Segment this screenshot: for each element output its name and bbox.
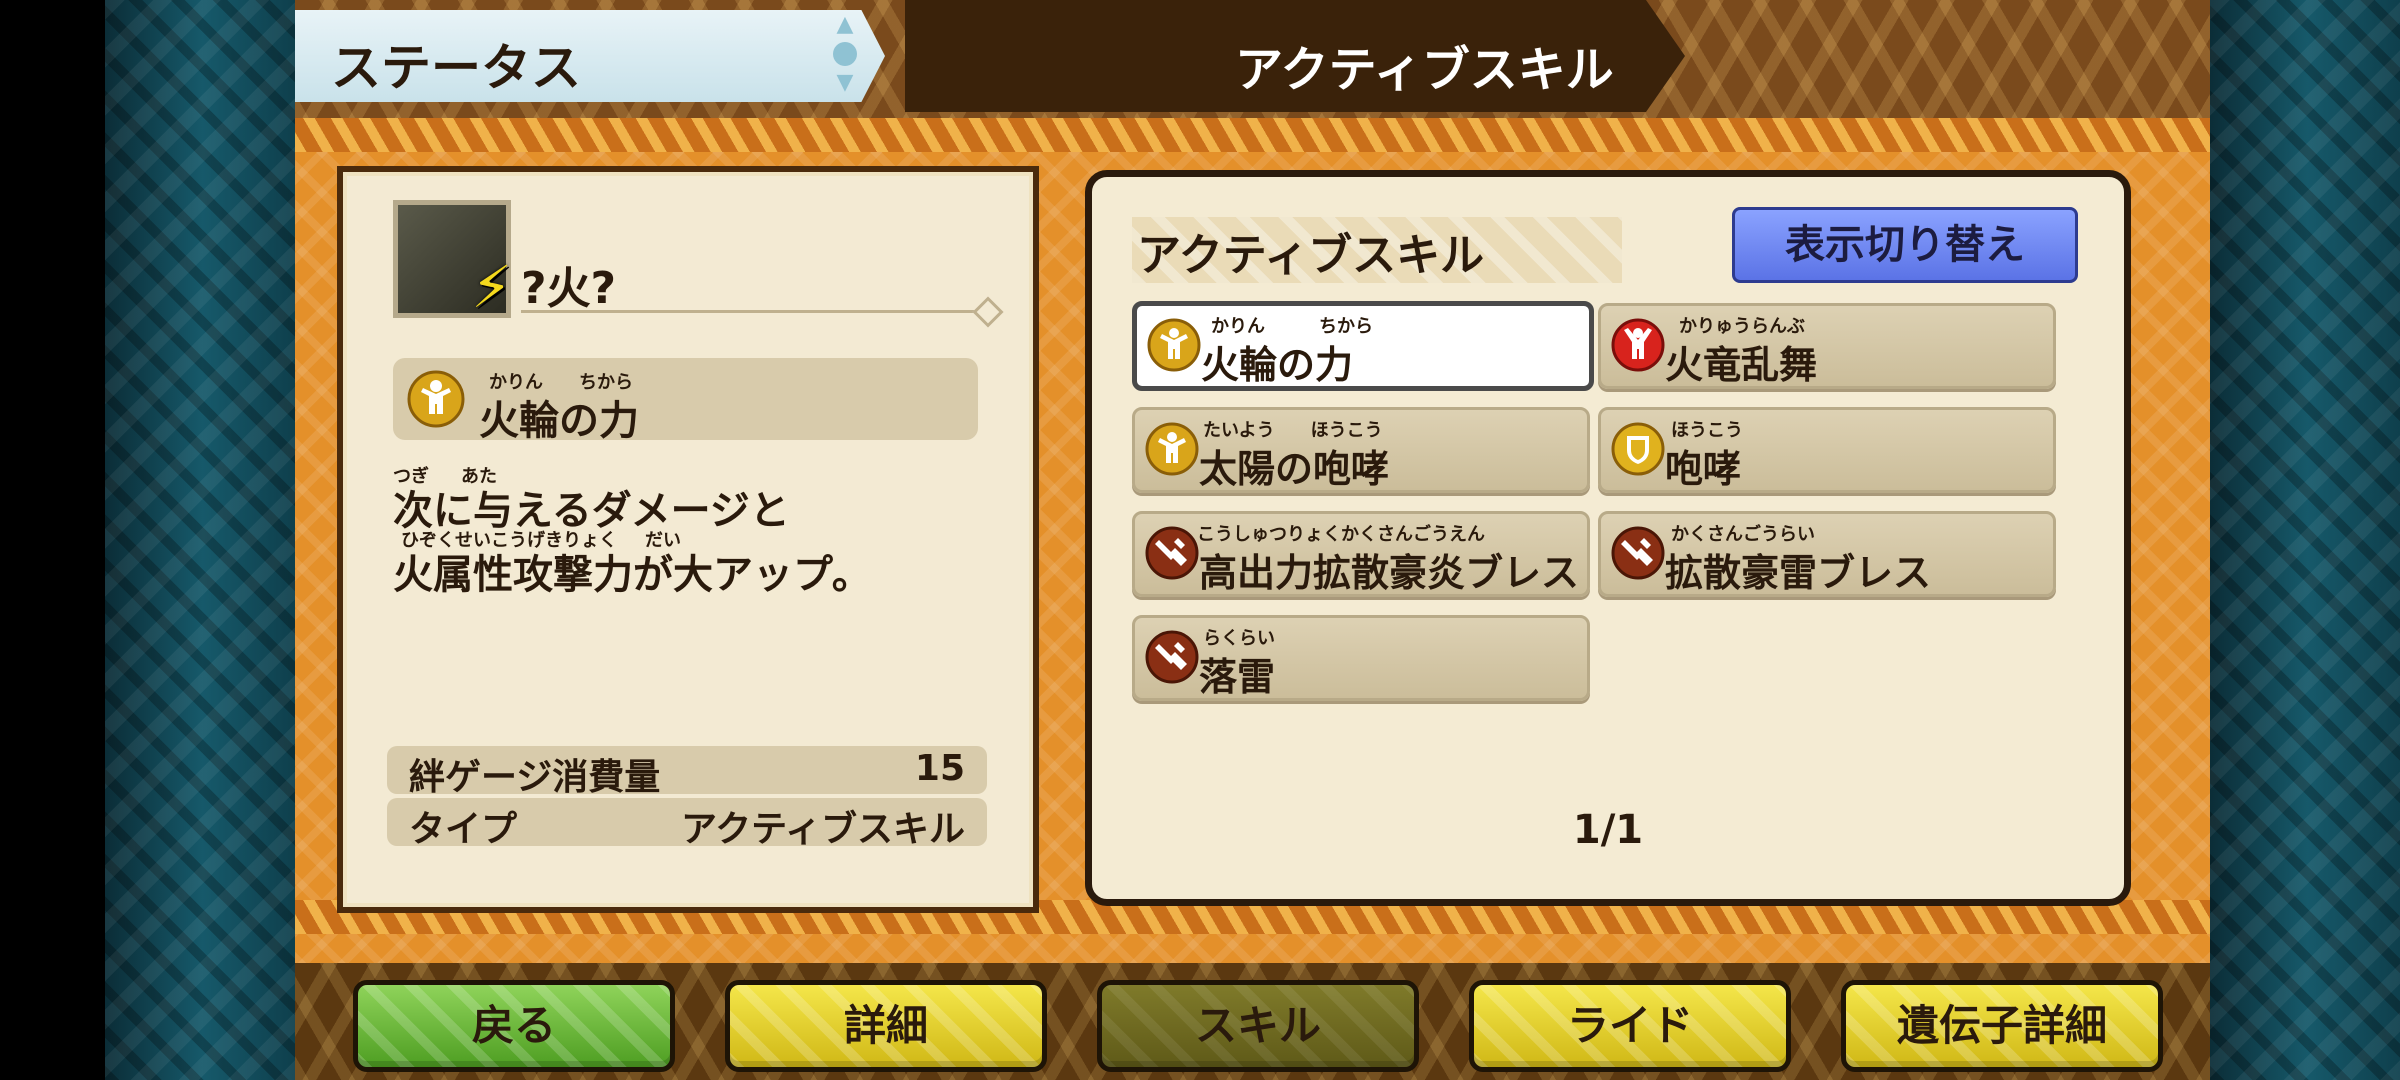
right-decorative-border <box>2210 0 2400 1080</box>
tab-active-skill-label: アクティブスキル <box>1235 42 1614 98</box>
type-row: タイプ アクティブスキル <box>387 798 987 850</box>
skill-list-title: アクティブスキル <box>1137 230 1485 281</box>
skill-button-karin-no-chikara[interactable]: かりん ちから 火輪の力 <box>1132 301 1594 391</box>
attack-brown-icon <box>1145 630 1199 684</box>
skill-name: 落雷 <box>1199 655 1276 699</box>
skill-button-rakurai[interactable]: らくらい 落雷 <box>1132 615 1590 701</box>
skill-name: 火竜乱舞 <box>1665 343 1818 387</box>
skill-button-koushutsuryoku-breath[interactable]: こうしゅつりょくかくさんごうえん 高出力拡散豪炎ブレス <box>1132 511 1590 597</box>
tab-status[interactable]: ステータス <box>295 10 885 102</box>
power-up-icon <box>407 370 465 428</box>
skill-button-taiyou-no-houkou[interactable]: たいよう ほうこう 太陽の咆哮 <box>1132 407 1590 493</box>
ride-button[interactable]: ライド <box>1469 980 1791 1072</box>
skill-name: 拡散豪雷ブレス <box>1665 551 1932 595</box>
back-button[interactable]: 戻る <box>353 980 675 1072</box>
skill-description-line-2: 火属性攻撃力が大アップ。 <box>393 552 872 598</box>
page-indicator: 1/1 <box>1572 807 1644 853</box>
left-decorative-border <box>105 0 300 1080</box>
divider <box>521 310 981 313</box>
gauge-cost-row: 絆ゲージ消費量 15 <box>387 746 987 798</box>
power-up-yellow-icon <box>1147 318 1201 372</box>
tab-status-label: ステータス <box>331 39 581 97</box>
display-switch-button[interactable]: 表示切り替え <box>1732 207 2078 283</box>
attack-brown-icon <box>1145 526 1199 580</box>
selected-skill-row: かりん ちから 火輪の力 <box>393 358 978 444</box>
shield-yellow-icon <box>1611 422 1665 476</box>
type-label: タイプ <box>409 809 518 850</box>
band-border-top <box>295 118 2210 152</box>
monster-portrait: ⚡ <box>393 200 512 321</box>
skill-detail-panel: ⚡ ?火? かりん ちから 火輪の力 つぎ あた 次に与えるダメージと ひぞくせ… <box>337 166 1039 913</box>
monster-name: ?火? <box>521 263 617 314</box>
skill-name: 太陽の咆哮 <box>1199 447 1390 491</box>
skill-button-kakusan-gourai-breath[interactable]: かくさんごうらい 拡散豪雷ブレス <box>1598 511 2056 597</box>
skill-name: 高出力拡散豪炎ブレス <box>1199 551 1580 595</box>
attack-brown-icon <box>1611 526 1665 580</box>
power-up-yellow-icon <box>1145 422 1199 476</box>
skill-button-houkou[interactable]: ほうこう 咆哮 <box>1598 407 2056 493</box>
game-frame: ステータス ▲ ▼ アクティブスキル ⚡ ?火? かりん ちから 火輪の力 つぎ <box>295 0 2210 1080</box>
dot-icon <box>833 42 857 66</box>
skill-name: 咆哮 <box>1665 447 1742 491</box>
detail-button[interactable]: 詳細 <box>725 980 1047 1072</box>
skill-button-karyuranbu[interactable]: かりゅうらんぶ 火竜乱舞 <box>1598 303 2056 389</box>
gauge-cost-label: 絆ゲージ消費量 <box>409 757 661 798</box>
gene-detail-button[interactable]: 遺伝子詳細 <box>1841 980 2163 1072</box>
gauge-cost-value: 15 <box>914 748 965 789</box>
arrow-up-icon[interactable]: ▲ <box>837 14 854 36</box>
tab-switch-arrows[interactable]: ▲ ▼ <box>832 14 858 94</box>
arrow-down-icon[interactable]: ▼ <box>837 72 854 94</box>
bottom-nav-bar: 戻る 詳細 スキル ライド 遺伝子詳細 <box>295 963 2210 1080</box>
selected-skill-name: 火輪の力 <box>479 398 639 444</box>
skill-name: 火輪の力 <box>1201 343 1354 387</box>
skill-button[interactable]: スキル <box>1097 980 1419 1072</box>
tab-active-skill[interactable]: アクティブスキル <box>905 0 1685 112</box>
skill-list-panel: アクティブスキル 表示切り替え かりん ちから 火輪の力 かりゅうらんぶ 火竜乱… <box>1085 170 2131 906</box>
type-value: アクティブスキル <box>680 809 965 850</box>
power-up-red-icon <box>1611 318 1665 372</box>
divider-diamond <box>972 296 1004 328</box>
lightning-bolt-icon: ⚡ <box>471 253 512 321</box>
